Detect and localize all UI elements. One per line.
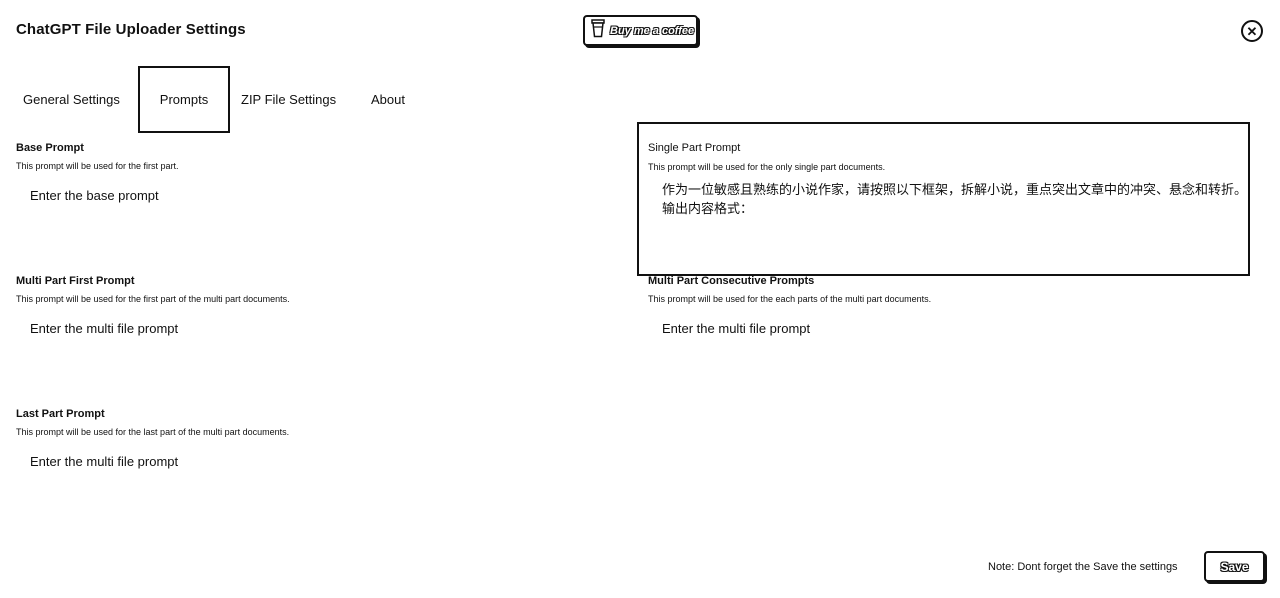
base-prompt-input[interactable]: Enter the base prompt [30, 188, 626, 203]
last-part-prompt-field: Last Part Prompt This prompt will be use… [16, 408, 626, 469]
tab-label: General Settings [23, 92, 120, 107]
buy-me-a-coffee-label: Buy me a coffee [610, 24, 695, 37]
base-prompt-description: This prompt will be used for the first p… [16, 161, 179, 171]
base-prompt-field: Base Prompt This prompt will be used for… [16, 142, 626, 203]
tab-prompts[interactable]: Prompts [138, 66, 230, 133]
multi-part-first-prompt-description: This prompt will be used for the first p… [16, 294, 290, 304]
tab-label: ZIP File Settings [241, 92, 337, 107]
single-part-prompt-panel: Single Part Prompt This prompt will be u… [637, 122, 1250, 276]
close-icon: ✕ [1246, 23, 1258, 39]
single-part-prompt-input[interactable]: 作为一位敏感且熟练的小说作家，请按照以下框架，拆解小说，重点突出文章中的冲突、悬… [662, 181, 1247, 263]
multi-part-first-prompt-input[interactable]: Enter the multi file prompt [30, 321, 626, 336]
last-part-prompt-description: This prompt will be used for the last pa… [16, 427, 290, 437]
save-button[interactable]: Save [1204, 551, 1265, 582]
tab-general-settings[interactable]: General Settings [23, 66, 120, 133]
multi-part-first-prompt-label: Multi Part First Prompt [16, 275, 135, 287]
save-reminder-note: Note: Dont forget the Save the settings [988, 561, 1178, 573]
coffee-cup-icon [591, 18, 605, 43]
multi-part-consecutive-prompts-field: Multi Part Consecutive Prompts This prom… [648, 275, 1258, 336]
last-part-prompt-input[interactable]: Enter the multi file prompt [30, 454, 626, 469]
tab-label: Prompts [159, 92, 209, 107]
single-part-prompt-description: This prompt will be used for the only si… [648, 162, 886, 172]
base-prompt-label: Base Prompt [16, 142, 84, 154]
buy-me-a-coffee-button[interactable]: Buy me a coffee [583, 15, 698, 46]
multi-part-consecutive-prompts-label: Multi Part Consecutive Prompts [648, 275, 815, 287]
tab-zip-file-settings[interactable]: ZIP File Settings [241, 66, 336, 133]
multi-part-consecutive-prompts-description: This prompt will be used for the each pa… [648, 294, 932, 304]
multi-part-first-prompt-field: Multi Part First Prompt This prompt will… [16, 275, 626, 336]
tab-label: About [371, 92, 405, 107]
single-part-prompt-label: Single Part Prompt [648, 142, 741, 154]
close-button[interactable]: ✕ [1241, 20, 1263, 42]
multi-part-consecutive-prompts-input[interactable]: Enter the multi file prompt [662, 321, 1258, 336]
page-title: ChatGPT File Uploader Settings [16, 21, 246, 38]
tab-about[interactable]: About [371, 66, 405, 133]
last-part-prompt-label: Last Part Prompt [16, 408, 105, 420]
